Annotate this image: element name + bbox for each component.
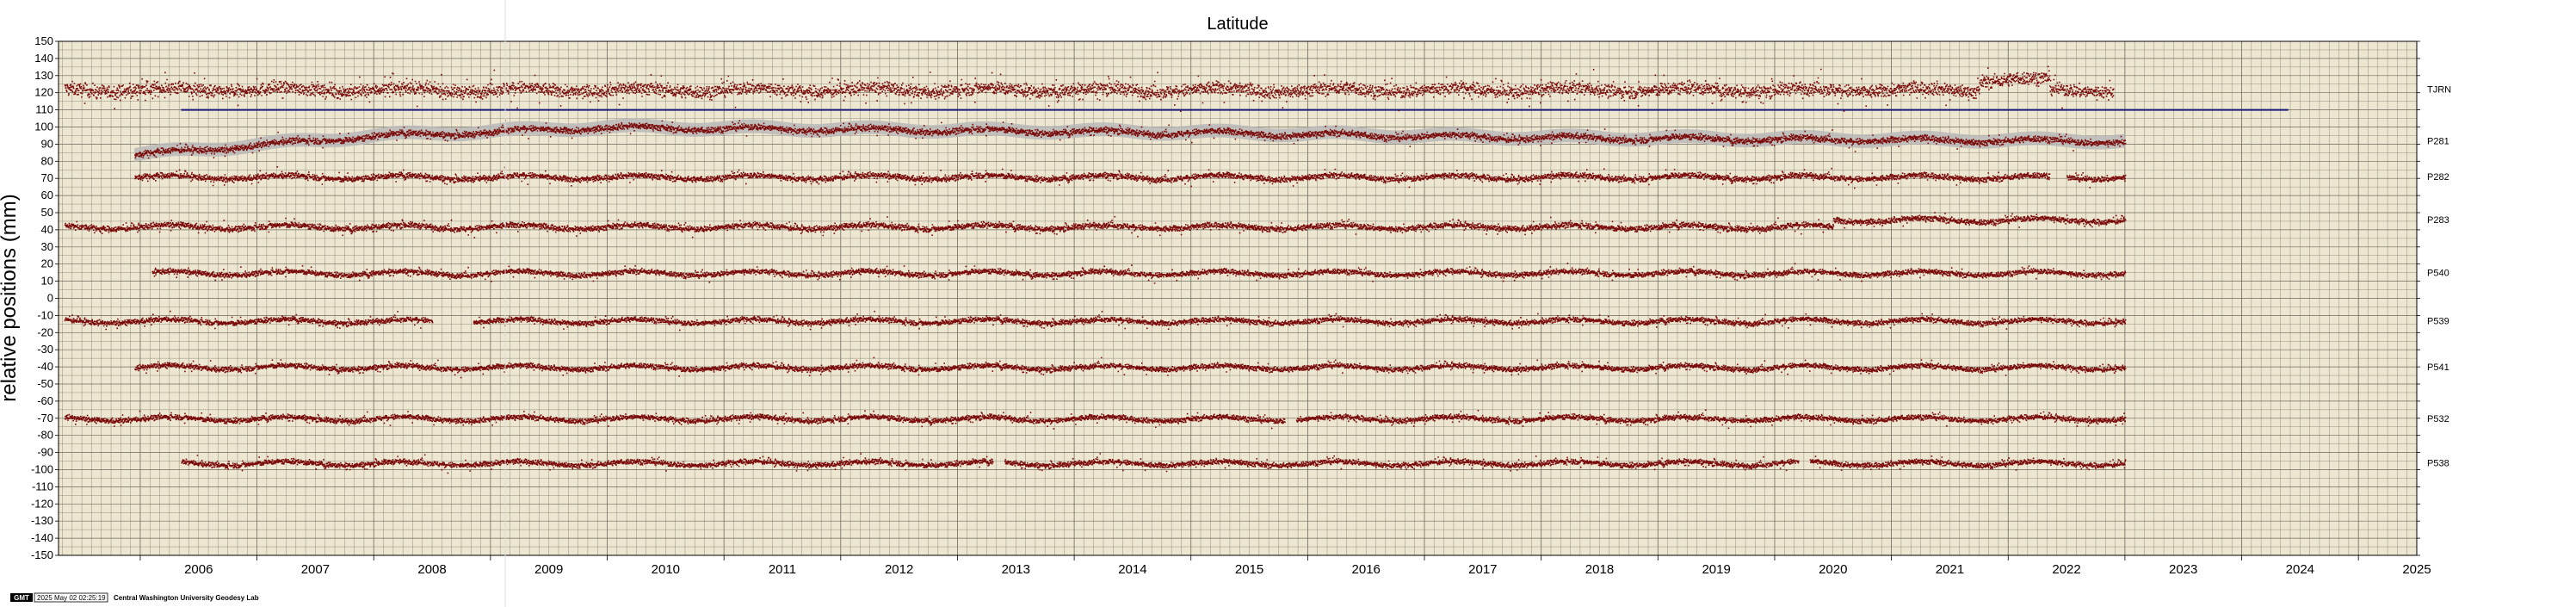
x-tick-label: 2008 — [417, 562, 446, 577]
y-tick-label: -110 — [32, 480, 53, 492]
y-tick-label: 50 — [41, 206, 53, 219]
y-tick-label: 30 — [41, 240, 53, 253]
grid-lines — [59, 40, 2418, 556]
station-label-p539: P539 — [2427, 316, 2449, 326]
x-tick-label: 2012 — [885, 562, 913, 577]
y-tick-label: 130 — [34, 69, 53, 82]
y-tick-label: -150 — [31, 548, 53, 561]
footer-timestamp: 2025 May 02 02:25:19 — [37, 594, 106, 602]
y-tick-label: 80 — [41, 154, 53, 167]
y-tick-label: -100 — [31, 463, 53, 476]
y-tick-label: 0 — [47, 292, 53, 305]
y-tick-label: -140 — [31, 531, 53, 544]
station-label-tjrn: TJRN — [2427, 85, 2451, 96]
y-axis-label: relative positions (mm) — [0, 194, 21, 401]
x-tick-label: 2017 — [1468, 562, 1497, 577]
station-label-p541: P541 — [2427, 362, 2449, 373]
y-tick-label: 90 — [41, 137, 53, 150]
x-tick-label: 2025 — [2402, 562, 2431, 577]
y-tick-label: -130 — [31, 514, 53, 527]
footer: GMT 2025 May 02 02:25:19 Central Washing… — [10, 592, 259, 603]
x-tick-label: 2021 — [1936, 562, 1964, 577]
x-tick-label: 2015 — [1235, 562, 1263, 577]
station-label-p538: P538 — [2427, 459, 2449, 469]
x-tick-label: 2018 — [1585, 562, 1614, 577]
y-tick-label: -30 — [37, 343, 53, 356]
y-tick-label: -90 — [37, 446, 53, 459]
x-tick-label: 2010 — [652, 562, 680, 577]
x-tick-label: 2014 — [1118, 562, 1146, 577]
x-tick-label: 2023 — [2169, 562, 2197, 577]
y-tick-label: -10 — [37, 308, 53, 321]
y-tick-label: 100 — [34, 121, 53, 133]
y-tick-label: 120 — [34, 86, 53, 99]
station-label-p283: P283 — [2427, 215, 2449, 226]
y-tick-label: 110 — [35, 103, 53, 116]
y-tick-label: -70 — [37, 412, 53, 424]
x-tick-label: 2022 — [2052, 562, 2080, 577]
y-tick-label: -120 — [31, 497, 53, 510]
x-tick-label: 2016 — [1352, 562, 1381, 577]
station-label-p540: P540 — [2427, 269, 2449, 279]
y-tick-label: 10 — [41, 275, 53, 288]
y-tick-label: 60 — [41, 189, 53, 201]
x-axis-ticks: 2006 2007 2008 2009 2010 2011 2012 2013 2014 2015… — [139, 555, 2431, 577]
station-labels: TJRN P281 P282 P283 P540 P539 P541 P532 P538 — [2427, 85, 2451, 469]
y-tick-label: 150 — [34, 34, 53, 47]
x-tick-label: 2011 — [769, 562, 796, 577]
chart-title: Latitude — [1207, 15, 1268, 34]
station-label-p532: P532 — [2427, 414, 2449, 424]
footer-credit: Central Washington University Geodesy La… — [114, 594, 259, 602]
x-tick-label: 2006 — [184, 562, 213, 577]
y-tick-label: -80 — [37, 429, 53, 442]
station-label-p281: P281 — [2427, 136, 2449, 146]
gmt-logo: GMT — [14, 594, 29, 602]
y-tick-label: -60 — [37, 394, 53, 407]
y-tick-label: 40 — [41, 223, 53, 236]
x-tick-label: 2019 — [1702, 562, 1730, 577]
x-tick-label: 2013 — [1002, 562, 1030, 577]
y-tick-label: 20 — [41, 257, 53, 270]
y-tick-label: -50 — [37, 377, 53, 390]
x-tick-label: 2024 — [2286, 562, 2314, 577]
y-tick-label: -20 — [37, 325, 53, 338]
station-label-p282: P282 — [2427, 172, 2449, 183]
x-tick-label: 2009 — [534, 562, 563, 577]
y-tick-label: 140 — [34, 52, 53, 65]
x-tick-label: 2020 — [1819, 562, 1847, 577]
y-tick-label: 70 — [41, 171, 53, 184]
time-series-chart: 1501401301201101009080706050403020100-10… — [0, 0, 2451, 607]
y-tick-label: -40 — [37, 360, 53, 373]
x-tick-label: 2007 — [301, 562, 330, 577]
